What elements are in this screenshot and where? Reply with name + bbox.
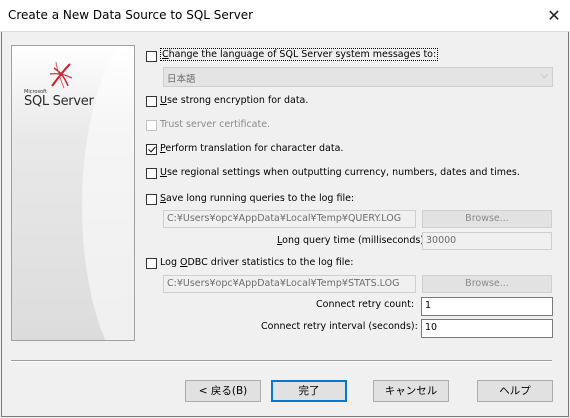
retry-interval-label: Connect retry interval (seconds): xyxy=(261,321,418,332)
finish-button[interactable]: 完了 xyxy=(271,380,347,402)
banner-decoration xyxy=(82,46,134,340)
stats-log-path-input[interactable]: C:¥Users¥opc¥AppData¥Local¥Temp¥STATS.LO… xyxy=(163,275,416,293)
log-odbc-stats-checkbox[interactable] xyxy=(146,258,157,269)
strong-encryption-checkbox[interactable] xyxy=(146,96,157,107)
long-query-time-label: Long query time (milliseconds): xyxy=(277,235,428,246)
close-icon[interactable]: ✕ xyxy=(538,0,570,31)
language-select[interactable]: 日本語 ⌵ xyxy=(163,67,553,87)
strong-encryption-label[interactable]: Use strong encryption for data. xyxy=(160,95,308,106)
retry-count-label: Connect retry count: xyxy=(316,299,415,310)
sql-server-banner: Microsoft SQL Server xyxy=(11,45,135,341)
language-select-value: 日本語 xyxy=(167,74,196,85)
chevron-down-icon: ⌵ xyxy=(540,70,548,81)
log-odbc-stats-label[interactable]: Log ODBC driver statistics to the log fi… xyxy=(160,257,353,268)
save-long-queries-checkbox[interactable] xyxy=(146,194,157,205)
trust-certificate-checkbox[interactable] xyxy=(146,120,157,131)
perform-translation-checkbox[interactable] xyxy=(146,144,157,155)
sql-server-logo-icon xyxy=(49,61,73,89)
separator xyxy=(11,360,552,362)
save-long-queries-label[interactable]: Save long running queries to the log fil… xyxy=(160,193,354,204)
change-language-label[interactable]: Change the language of SQL Server system… xyxy=(160,48,439,61)
stats-log-browse-button[interactable]: Browse... xyxy=(422,275,552,293)
change-language-checkbox[interactable] xyxy=(146,51,157,62)
back-button[interactable]: < 戻る(B) xyxy=(185,380,261,402)
retry-interval-input[interactable]: 10 xyxy=(421,319,553,338)
perform-translation-label[interactable]: Perform translation for character data. xyxy=(160,143,343,154)
help-button[interactable]: ヘルプ xyxy=(477,380,553,402)
cancel-button[interactable]: キャンセル xyxy=(373,380,449,402)
query-log-browse-button[interactable]: Browse... xyxy=(422,210,552,228)
regional-settings-checkbox[interactable] xyxy=(146,168,157,179)
logo-sql-server-text: SQL Server xyxy=(24,94,94,109)
retry-count-input[interactable]: 1 xyxy=(421,297,553,316)
title-bar: Create a New Data Source to SQL Server ✕ xyxy=(0,0,570,32)
regional-settings-label[interactable]: Use regional settings when outputting cu… xyxy=(160,167,520,178)
long-query-time-input[interactable]: 30000 xyxy=(422,232,552,250)
query-log-path-input[interactable]: C:¥Users¥opc¥AppData¥Local¥Temp¥QUERY.LO… xyxy=(163,210,416,228)
trust-certificate-label: Trust server certificate. xyxy=(160,119,271,130)
window-title: Create a New Data Source to SQL Server xyxy=(8,8,254,22)
